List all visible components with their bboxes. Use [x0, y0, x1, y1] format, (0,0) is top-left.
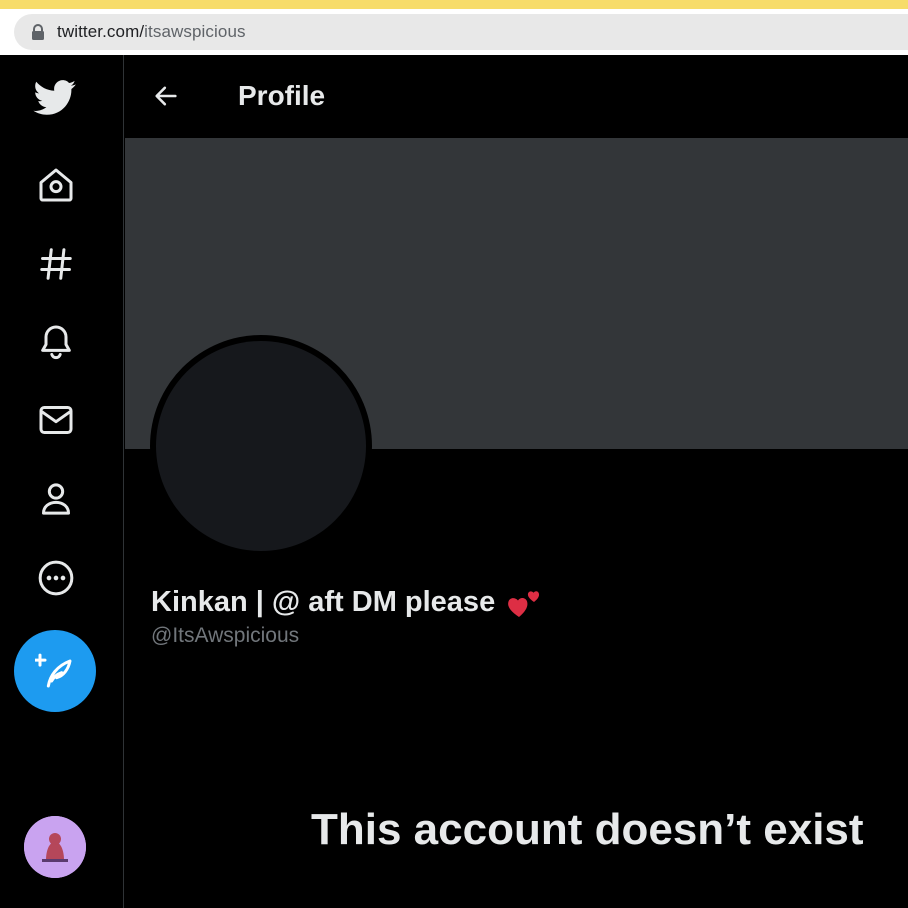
address-bar-area: twitter.com/itsawspicious — [0, 9, 908, 55]
nav-messages[interactable] — [31, 395, 81, 445]
compose-tweet-button[interactable] — [14, 630, 96, 712]
compose-feather-icon — [35, 653, 72, 688]
nav-explore[interactable] — [31, 239, 81, 289]
sidebar-nav — [0, 55, 124, 908]
display-name: Kinkan | @ aft DM please — [151, 586, 496, 618]
bell-icon — [41, 325, 71, 360]
account-not-found-message: This account doesn’t exist — [311, 805, 864, 854]
address-bar[interactable]: twitter.com/itsawspicious — [14, 14, 908, 50]
nav-profile[interactable] — [31, 474, 81, 524]
more-circle-icon — [38, 560, 74, 596]
account-switcher-avatar[interactable] — [24, 816, 86, 878]
hashtag-icon — [40, 248, 72, 280]
nav-home[interactable] — [31, 160, 81, 210]
page-title: Profile — [238, 80, 326, 111]
twitter-logo-link[interactable] — [27, 75, 83, 121]
two-hearts-icon — [508, 591, 540, 617]
url-text[interactable]: twitter.com/itsawspicious — [57, 22, 246, 42]
profile-handle: @ItsAwspicious — [151, 624, 300, 647]
nav-more[interactable] — [31, 553, 81, 603]
main-column: Profile Kinkan | @ aft DM please @ItsAws… — [125, 55, 908, 908]
back-button[interactable] — [149, 79, 183, 113]
twitter-bird-icon — [33, 80, 76, 115]
lock-icon[interactable] — [31, 24, 45, 40]
url-path: itsawspicious — [144, 22, 246, 41]
nav-notifications[interactable] — [31, 317, 81, 367]
envelope-icon — [39, 406, 73, 434]
browser-window: twitter.com/itsawspicious Profile Kinkan… — [0, 0, 908, 908]
avatar-placeholder — [156, 341, 366, 551]
display-name-row: Kinkan | @ aft DM please — [151, 583, 543, 621]
profile-header: Profile — [125, 55, 908, 138]
home-icon — [39, 168, 73, 202]
url-host: twitter.com/ — [57, 22, 145, 41]
profile-avatar[interactable] — [150, 335, 372, 557]
arrow-left-icon — [155, 86, 177, 106]
browser-tab-strip — [0, 0, 908, 9]
avatar-image — [24, 816, 86, 878]
person-icon — [42, 483, 70, 515]
